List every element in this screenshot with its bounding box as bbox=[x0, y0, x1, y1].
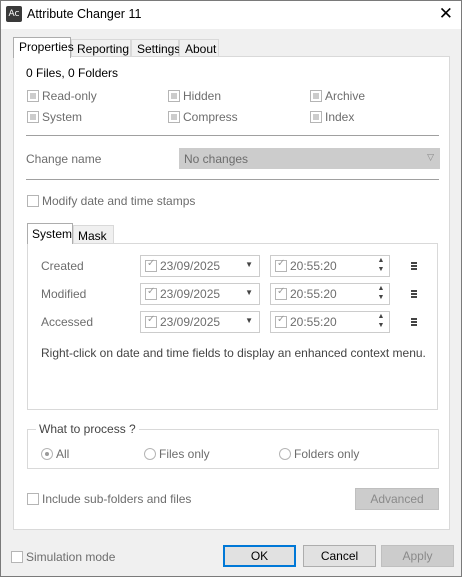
change-name-label: Change name bbox=[26, 152, 102, 166]
spinner-icon[interactable]: ▲ ▼ bbox=[376, 284, 386, 302]
archive-label: Archive bbox=[325, 89, 366, 103]
simulation-mode-label: Simulation mode bbox=[26, 550, 116, 564]
change-name-value: No changes bbox=[184, 152, 249, 166]
tab-properties[interactable]: Properties bbox=[13, 37, 74, 58]
process-folders-radio[interactable] bbox=[279, 448, 291, 460]
tab-mask[interactable]: Mask bbox=[73, 225, 114, 245]
modified-date-checkbox[interactable] bbox=[145, 286, 157, 300]
modified-time-picker[interactable]: 20:55:20 ▲▼ bbox=[270, 283, 390, 305]
simulation-mode-checkbox[interactable] bbox=[11, 551, 23, 563]
accessed-time-checkbox[interactable] bbox=[275, 314, 287, 328]
accessed-date-picker[interactable]: 23/09/2025 ▼ bbox=[140, 311, 260, 333]
context-menu-hint: Right-click on date and time fields to d… bbox=[41, 346, 426, 360]
created-label: Created bbox=[41, 259, 84, 273]
process-folders-label: Folders only bbox=[294, 447, 360, 461]
app-icon: Ac bbox=[6, 6, 22, 22]
created-date-value: 23/09/2025 bbox=[160, 259, 221, 273]
title-bar[interactable]: Ac Attribute Changer 11 ✕ bbox=[1, 1, 461, 29]
index-label: Index bbox=[325, 110, 355, 124]
modified-time-value: 20:55:20 bbox=[290, 287, 337, 301]
process-files-radio[interactable] bbox=[144, 448, 156, 460]
created-date-checkbox[interactable] bbox=[145, 258, 157, 272]
dropdown-arrow-icon[interactable]: ▼ bbox=[245, 316, 253, 325]
process-all-label: All bbox=[56, 447, 70, 461]
grip-handle-icon[interactable] bbox=[411, 318, 417, 327]
attribute-changer-window: Ac Attribute Changer 11 ✕ Properties Rep… bbox=[0, 0, 462, 577]
change-name-dropdown[interactable]: No changes ▽ bbox=[179, 148, 440, 169]
spinner-icon[interactable]: ▲ ▼ bbox=[376, 256, 386, 274]
process-all-radio[interactable] bbox=[41, 448, 53, 460]
compress-checkbox[interactable] bbox=[168, 111, 180, 123]
created-time-value: 20:55:20 bbox=[290, 259, 337, 273]
modify-dates-checkbox[interactable] bbox=[27, 195, 39, 207]
advanced-button[interactable]: Advanced bbox=[355, 488, 439, 510]
chevron-down-icon: ▽ bbox=[427, 152, 434, 162]
include-subfolders-label: Include sub-folders and files bbox=[42, 492, 192, 506]
modify-dates-label: Modify date and time stamps bbox=[42, 194, 196, 208]
tab-reporting[interactable]: Reporting bbox=[71, 39, 131, 57]
modified-time-checkbox[interactable] bbox=[275, 286, 287, 300]
separator bbox=[26, 179, 439, 180]
archive-checkbox[interactable] bbox=[310, 90, 322, 102]
read-only-checkbox[interactable] bbox=[27, 90, 39, 102]
created-date-picker[interactable]: 23/09/2025 ▼ bbox=[140, 255, 260, 277]
include-subfolders-checkbox[interactable] bbox=[27, 493, 39, 505]
created-time-picker[interactable]: 20:55:20 ▲▼ bbox=[270, 255, 390, 277]
dropdown-arrow-icon[interactable]: ▼ bbox=[245, 260, 253, 269]
hidden-label: Hidden bbox=[183, 89, 222, 103]
system-checkbox[interactable] bbox=[27, 111, 39, 123]
ok-button[interactable]: OK bbox=[223, 545, 296, 567]
accessed-time-picker[interactable]: 20:55:20 ▲▼ bbox=[270, 311, 390, 333]
apply-button[interactable]: Apply bbox=[381, 545, 454, 567]
process-group: What to process ? bbox=[27, 422, 439, 469]
accessed-date-value: 23/09/2025 bbox=[160, 315, 221, 329]
accessed-label: Accessed bbox=[41, 315, 94, 329]
index-checkbox[interactable] bbox=[310, 111, 322, 123]
selection-summary: 0 Files, 0 Folders bbox=[26, 66, 119, 80]
cancel-button[interactable]: Cancel bbox=[303, 545, 376, 567]
compress-label: Compress bbox=[183, 110, 238, 124]
system-label: System bbox=[42, 110, 83, 124]
accessed-date-checkbox[interactable] bbox=[145, 314, 157, 328]
window-title: Attribute Changer 11 bbox=[27, 7, 142, 21]
process-group-title: What to process ? bbox=[36, 422, 139, 436]
read-only-label: Read-only bbox=[42, 89, 97, 103]
accessed-time-value: 20:55:20 bbox=[290, 315, 337, 329]
tab-settings[interactable]: Settings bbox=[131, 39, 180, 57]
tab-system[interactable]: System bbox=[27, 223, 73, 244]
separator bbox=[26, 135, 439, 136]
process-files-label: Files only bbox=[159, 447, 210, 461]
spinner-icon[interactable]: ▲ ▼ bbox=[376, 312, 386, 330]
created-time-checkbox[interactable] bbox=[275, 258, 287, 272]
grip-handle-icon[interactable] bbox=[411, 262, 417, 271]
tab-about[interactable]: About bbox=[179, 39, 219, 57]
modified-date-picker[interactable]: 23/09/2025 ▼ bbox=[140, 283, 260, 305]
hidden-checkbox[interactable] bbox=[168, 90, 180, 102]
close-icon[interactable]: ✕ bbox=[439, 4, 453, 24]
dropdown-arrow-icon[interactable]: ▼ bbox=[245, 288, 253, 297]
modified-label: Modified bbox=[41, 287, 87, 301]
grip-handle-icon[interactable] bbox=[411, 290, 417, 299]
modified-date-value: 23/09/2025 bbox=[160, 287, 221, 301]
